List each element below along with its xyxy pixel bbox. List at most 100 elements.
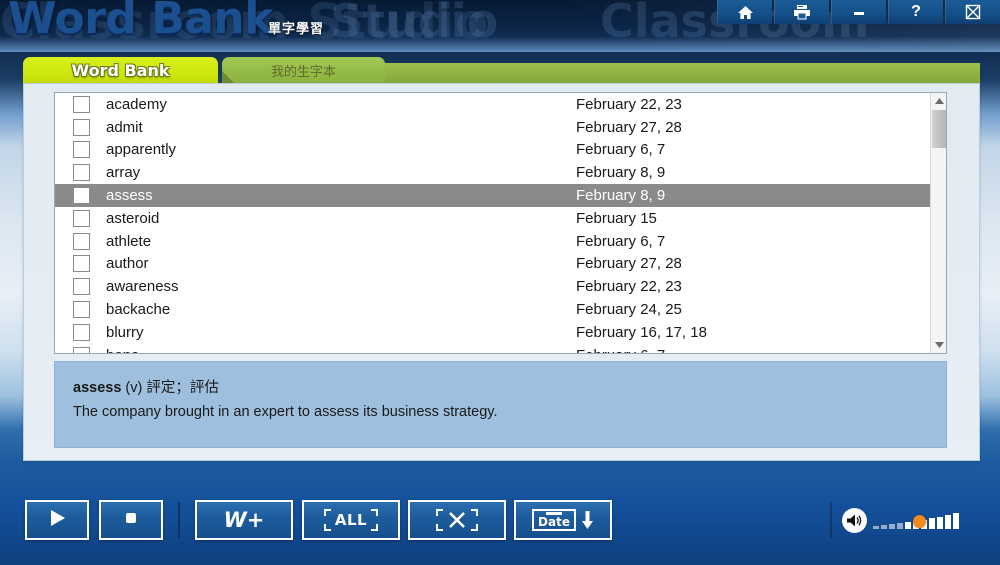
tab-corner-shadow: [222, 71, 234, 83]
definition-example: The company brought in an expert to asse…: [73, 404, 498, 420]
printer-icon: [793, 4, 811, 20]
row-checkbox[interactable]: [73, 278, 90, 296]
word-list-container[interactable]: academy February 22, 23 admit February 27, …: [54, 92, 947, 354]
table-row[interactable]: academy February 22, 23: [55, 93, 931, 116]
row-date: February 8, 9: [576, 187, 666, 205]
help-button[interactable]: ?: [888, 0, 943, 24]
sort-by-date-button[interactable]: Date: [514, 500, 612, 540]
row-word: assess: [106, 187, 153, 205]
row-word: blurry: [106, 323, 144, 341]
volume-divider: [830, 502, 832, 538]
row-date: February 22, 23: [576, 95, 682, 113]
row-checkbox[interactable]: [73, 323, 90, 341]
shuffle-button[interactable]: [408, 500, 506, 540]
definition-panel: assess (v) 評定；評估 The company brought in …: [54, 361, 947, 448]
table-row[interactable]: asteroid February 15: [55, 207, 931, 230]
row-date: February 6, 7: [576, 347, 665, 353]
row-date: February 15: [576, 209, 657, 227]
add-word-button[interactable]: W+: [195, 500, 293, 540]
row-checkbox[interactable]: [73, 346, 90, 353]
table-row[interactable]: author February 27, 28: [55, 253, 931, 276]
date-label: Date: [538, 515, 570, 529]
stop-button[interactable]: [99, 500, 163, 540]
row-checkbox[interactable]: [73, 301, 90, 319]
row-date: February 22, 23: [576, 278, 682, 296]
w-plus-label: W+: [223, 508, 265, 532]
definition-headword-line: assess (v) 評定；評估: [73, 376, 928, 397]
table-row[interactable]: assess February 8, 9: [55, 184, 931, 207]
close-button[interactable]: [945, 0, 1000, 24]
table-row[interactable]: admit February 27, 28: [55, 116, 931, 139]
row-checkbox[interactable]: [73, 209, 90, 227]
tab-word-bank-label: Word Bank: [71, 60, 170, 80]
volume-knob[interactable]: [913, 514, 926, 528]
home-icon: [737, 5, 754, 20]
row-checkbox[interactable]: [73, 187, 90, 205]
row-date: February 27, 28: [576, 255, 682, 273]
scroll-up-button[interactable]: [931, 93, 946, 109]
table-row[interactable]: athlete February 6, 7: [55, 230, 931, 253]
word-list-scrollbar[interactable]: [930, 93, 946, 353]
app-logo-subtitle: 單字學習: [268, 21, 325, 36]
definition-translation: 評定；評估: [146, 380, 219, 396]
row-checkbox[interactable]: [73, 164, 90, 182]
row-word: athlete: [106, 232, 152, 250]
shuffle-bracket-icon: [435, 509, 479, 531]
speaker-button[interactable]: [842, 508, 867, 533]
select-all-button[interactable]: ALL: [302, 500, 400, 540]
table-row[interactable]: awareness February 22, 23: [55, 275, 931, 298]
row-word: asteroid: [106, 209, 160, 227]
row-word: author: [106, 255, 149, 273]
row-word: academy: [106, 95, 167, 113]
row-word: awareness: [106, 278, 179, 296]
volume-slider[interactable]: [873, 512, 959, 529]
definition-word: assess: [73, 380, 122, 396]
table-row[interactable]: apparently February 6, 7: [55, 139, 931, 162]
bottom-toolbar: W+ ALL Date: [0, 490, 1000, 565]
all-bracket-icon: ALL: [323, 509, 379, 531]
scrollbar-thumb[interactable]: [932, 110, 946, 148]
question-mark-icon: ?: [911, 3, 921, 20]
row-word: backache: [106, 301, 171, 319]
volume-control[interactable]: [842, 508, 959, 533]
tab-my-wordbook-label: 我的生字本: [270, 63, 336, 79]
minimize-icon: [851, 7, 867, 17]
speaker-icon: [847, 514, 862, 527]
app-logo: Word Bank: [8, 0, 274, 44]
all-label: ALL: [334, 511, 368, 529]
row-date: February 6, 7: [576, 141, 666, 159]
row-date: February 24, 25: [576, 301, 682, 319]
row-date: February 8, 9: [576, 164, 666, 182]
play-icon: [47, 508, 67, 533]
tab-bar: Word Bank 我的生字本: [0, 57, 1000, 83]
print-button[interactable]: [774, 0, 829, 24]
toolbar-divider: [178, 502, 180, 538]
row-word: admit: [106, 118, 143, 136]
row-word: bone: [106, 347, 576, 353]
arrow-down-icon: [581, 511, 593, 529]
row-checkbox[interactable]: [73, 141, 90, 159]
window-controls: ?: [717, 0, 1000, 24]
row-word: array: [106, 164, 141, 182]
minimize-button[interactable]: [831, 0, 886, 24]
row-date: February 27, 28: [576, 118, 682, 136]
tab-word-bank[interactable]: Word Bank: [23, 57, 218, 83]
table-row[interactable]: boneFebruary 6, 7: [55, 344, 931, 353]
row-checkbox[interactable]: [73, 95, 90, 113]
home-button[interactable]: [717, 0, 772, 24]
stop-icon: [122, 509, 140, 532]
row-date: February 16, 17, 18: [576, 323, 707, 341]
close-boxed-icon: [965, 4, 981, 20]
content-panel: academy February 22, 23 admit February 27, …: [23, 83, 980, 461]
table-row[interactable]: array February 8, 9: [55, 161, 931, 184]
scroll-down-button[interactable]: [931, 337, 946, 353]
play-button[interactable]: [25, 500, 89, 540]
table-row[interactable]: backache February 24, 25: [55, 298, 931, 321]
table-row[interactable]: blurry February 16, 17, 18: [55, 321, 931, 344]
row-checkbox[interactable]: [73, 118, 90, 136]
row-checkbox[interactable]: [73, 232, 90, 250]
word-list: academy February 22, 23 admit February 27, …: [55, 93, 931, 353]
row-checkbox[interactable]: [73, 255, 90, 273]
row-word: apparently: [106, 141, 177, 159]
tab-my-wordbook[interactable]: 我的生字本: [222, 57, 385, 83]
